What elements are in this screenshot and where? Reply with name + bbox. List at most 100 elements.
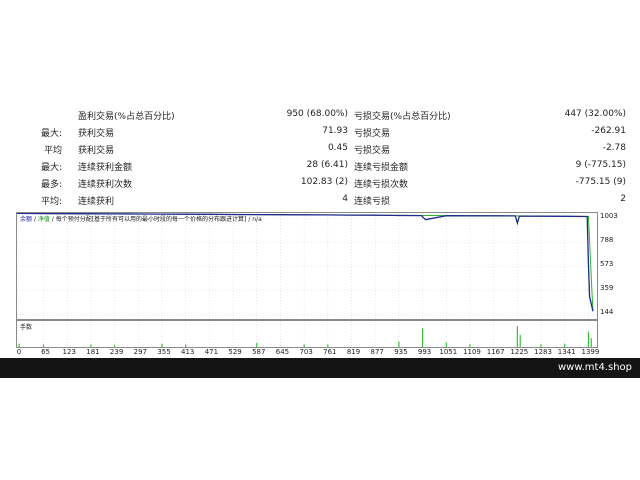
stats-loss-label: 亏损交易 — [354, 129, 391, 139]
stats-row: 平均 获利交易 0.45 亏损交易 -2.78 — [0, 140, 640, 157]
stats-loss-label: 亏损交易(%占总百分比) — [354, 112, 451, 122]
stats-profit-label: 连续获利金额 — [78, 163, 133, 173]
stats-loss-value: -775.15 (9) — [575, 177, 626, 187]
footer-bar: www.mt4.shop — [0, 358, 640, 378]
x-tick-label: 1399 — [581, 348, 600, 356]
legend-equity[interactable]: 净值 — [38, 216, 50, 223]
volume-bar — [590, 338, 592, 347]
volume-bar — [256, 343, 258, 347]
x-tick-label: 1167 — [486, 348, 505, 356]
x-tick-label: 645 — [275, 348, 290, 356]
x-tick-label: 1109 — [463, 348, 481, 356]
volume-bar — [398, 341, 400, 347]
balance-chart-plot: 余额 / 净值 / 每个预付分配[基于所有可以用的最小时段的每一个价格的分布跟进… — [16, 212, 598, 320]
x-tick-label: 761 — [323, 348, 337, 356]
x-tick-label: 1341 — [557, 348, 576, 356]
stats-profit-value: 950 (68.00%) — [286, 109, 348, 119]
volume-bar — [327, 344, 329, 347]
stats-row: 最大: 获利交易 71.93 亏损交易 -262.91 — [0, 123, 640, 140]
equity-line — [16, 212, 594, 312]
stats-profit-label: 盈利交易(%占总百分比) — [78, 112, 175, 122]
x-tick-label: 529 — [228, 348, 242, 356]
stats-loss-label: 连续亏损次数 — [354, 180, 409, 190]
volume-bar — [516, 326, 518, 347]
stats-profit-label: 连续获利 — [78, 197, 115, 207]
x-tick-label: 0 — [16, 348, 22, 356]
stats-loss-label: 连续亏损金额 — [354, 163, 409, 173]
legend-na: n/a — [252, 216, 262, 223]
volume-chart-plot: 手数 — [16, 320, 598, 348]
volume-bar — [90, 344, 92, 347]
x-tick-label: 1051 — [439, 348, 458, 356]
volume-chart-svg — [16, 321, 592, 347]
stats-loss-label: 连续亏损 — [354, 197, 391, 207]
x-tick-label: 297 — [133, 348, 147, 356]
stats-loss-value: -2.78 — [602, 143, 626, 153]
stats-row: 最多: 连续获利次数 102.83 (2) 连续亏损次数 -775.15 (9) — [0, 174, 640, 191]
stats-profit-value: 102.83 (2) — [300, 177, 348, 187]
x-tick-label: 471 — [204, 348, 219, 356]
x-tick-label: 355 — [157, 348, 171, 356]
x-tick-label: 587 — [252, 348, 266, 356]
x-tick-label: 1283 — [534, 348, 552, 356]
balance-line — [16, 212, 594, 312]
volume-bar — [114, 344, 116, 347]
y-tick-label: 573 — [600, 260, 614, 269]
volume-bar — [587, 331, 590, 347]
y-tick-label: 788 — [600, 236, 614, 245]
stats-profit-value: 0.45 — [327, 143, 348, 153]
x-tick-label: 703 — [299, 348, 313, 356]
stats-profit-value: 71.93 — [322, 126, 348, 136]
stats-loss-value: 2 — [620, 194, 626, 204]
volume-bar — [303, 344, 305, 347]
volume-bar — [519, 334, 521, 347]
volume-bar — [42, 344, 45, 347]
site-watermark: www.mt4.shop — [557, 362, 632, 373]
x-tick-label: 993 — [417, 348, 432, 356]
stats-profit-label: 获利交易 — [78, 129, 115, 139]
x-tick-label: 181 — [86, 348, 100, 356]
volume-bar — [445, 342, 447, 347]
stats-row-prefix: 最大: — [40, 129, 62, 139]
stats-profit-value: 4 — [342, 194, 348, 204]
legend-description: 每个预付分配[基于所有可以用的最小时段的每一个价格的分布跟进计算] — [55, 216, 247, 223]
y-tick-label: 144 — [600, 308, 614, 317]
stats-row-prefix: 平均: — [40, 197, 62, 207]
trade-statistics-panel: 盈利交易(%占总百分比) 950 (68.00%) 亏损交易(%占总百分比) 4… — [0, 106, 640, 210]
legend-balance[interactable]: 余额 — [20, 216, 32, 223]
stats-row: 平均: 连续获利 4 连续亏损 2 — [0, 191, 640, 208]
volume-bar — [185, 344, 187, 347]
stats-loss-value: 447 (32.00%) — [564, 109, 626, 119]
volume-bar — [564, 343, 566, 347]
x-tick-label: 935 — [394, 348, 408, 356]
stats-profit-value: 28 (6.41) — [306, 160, 348, 170]
volume-bar — [540, 344, 542, 347]
x-tick-label: 65 — [41, 348, 51, 356]
y-axis: 1003 788 573 359 144 — [598, 212, 638, 318]
stats-row-prefix: 最大: — [40, 163, 62, 173]
x-tick-label: 877 — [370, 348, 384, 356]
stats-loss-value: 9 (-775.15) — [575, 160, 626, 170]
chart-legend: 余额 / 净值 / 每个预付分配[基于所有可以用的最小时段的每一个价格的分布跟进… — [20, 214, 262, 223]
x-tick-label: 239 — [109, 348, 124, 356]
x-tick-label: 1225 — [510, 348, 529, 356]
balance-chart-panel: 余额 / 净值 / 每个预付分配[基于所有可以用的最小时段的每一个价格的分布跟进… — [16, 212, 618, 348]
volume-bar — [469, 344, 471, 347]
balance-chart-svg — [16, 212, 597, 319]
x-tick-label: 819 — [346, 348, 361, 356]
stats-row-prefix: 最多: — [40, 180, 62, 190]
y-tick-label: 1003 — [600, 212, 618, 221]
volume-label: 手数 — [20, 324, 33, 331]
x-tick-label: 123 — [62, 348, 76, 356]
stats-row: 最大: 连续获利金额 28 (6.41) 连续亏损金额 9 (-775.15) — [0, 157, 640, 174]
volume-bar — [161, 343, 163, 347]
x-tick-label: 413 — [181, 348, 195, 356]
stats-profit-label: 获利交易 — [78, 146, 115, 156]
stats-row: 盈利交易(%占总百分比) 950 (68.00%) 亏损交易(%占总百分比) 4… — [0, 106, 640, 123]
stats-loss-label: 亏损交易 — [354, 146, 391, 156]
stats-row-prefix: 平均 — [43, 146, 62, 156]
stats-loss-value: -262.91 — [591, 126, 626, 136]
volume-bar — [421, 328, 424, 347]
stats-profit-label: 连续获利次数 — [78, 180, 133, 190]
y-tick-label: 359 — [600, 284, 614, 293]
